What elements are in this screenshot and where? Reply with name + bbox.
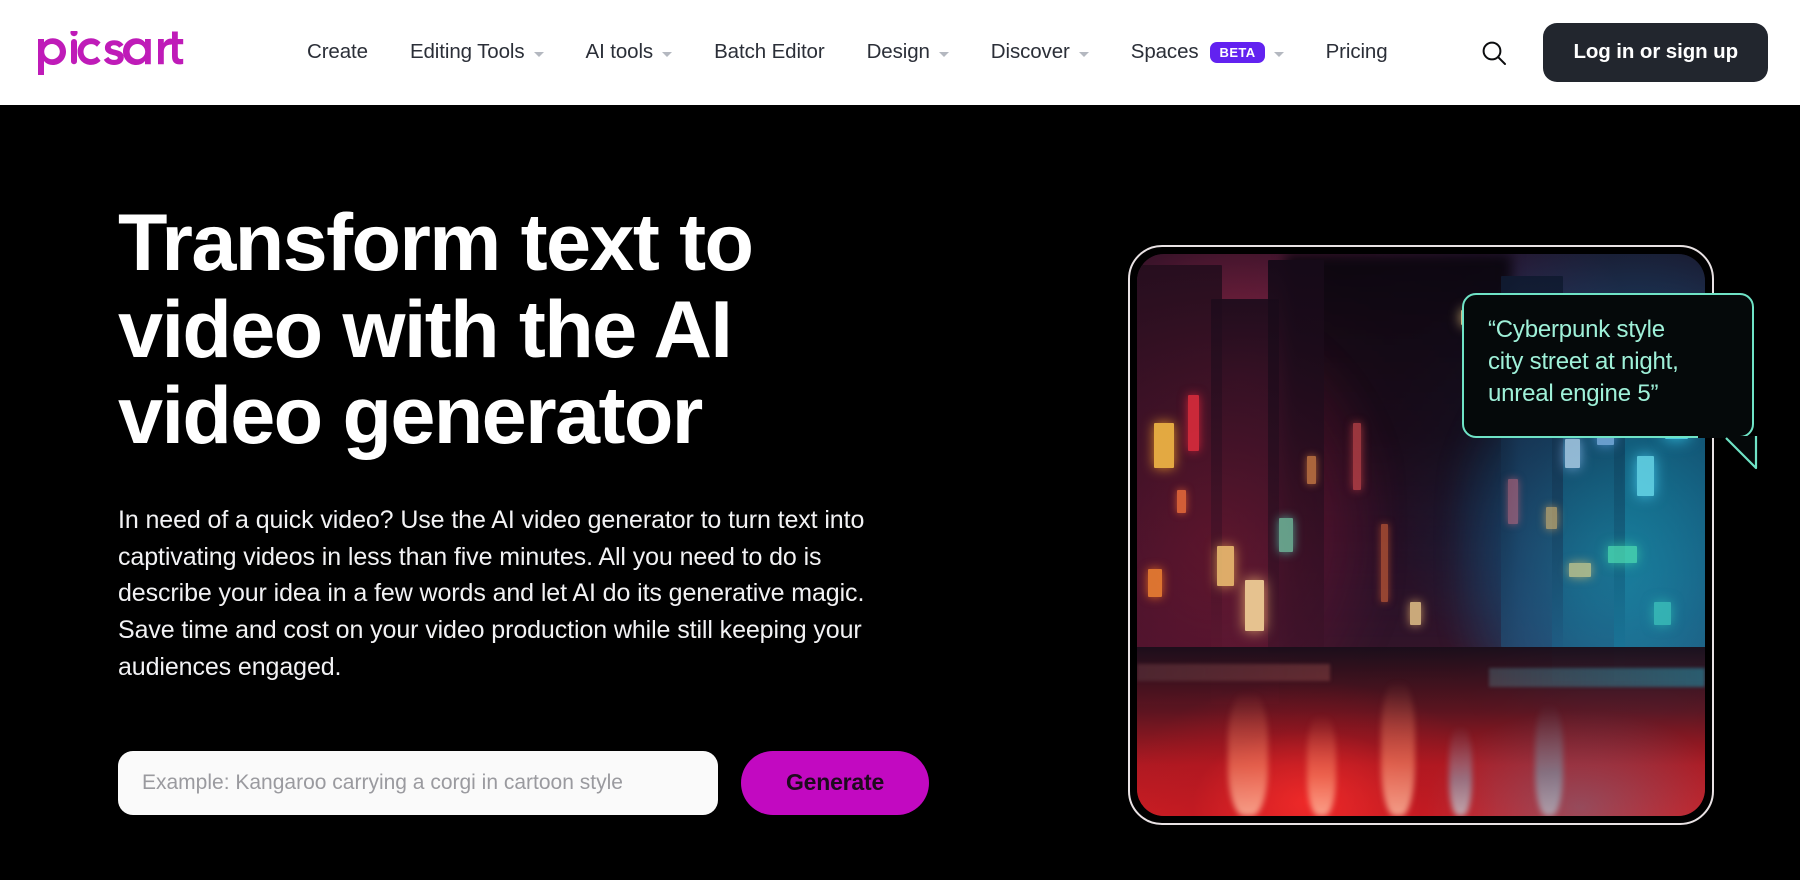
nav-label: AI tools	[585, 40, 654, 64]
beta-badge: BETA	[1209, 42, 1265, 63]
search-icon	[1483, 41, 1507, 65]
art-window	[1381, 523, 1389, 603]
nav-item-editing-tools[interactable]: Editing Tools	[389, 34, 565, 71]
chevron-down-icon	[938, 51, 949, 57]
chevron-down-icon	[533, 51, 544, 57]
nav-label: Pricing	[1325, 40, 1388, 64]
nav-label: Discover	[990, 40, 1070, 64]
picsart-logo[interactable]: Picsart	[36, 29, 186, 77]
nav-label: Batch Editor	[714, 40, 825, 64]
nav-item-design[interactable]: Design	[846, 34, 970, 71]
nav-label: Spaces	[1130, 40, 1199, 64]
art-window	[1352, 422, 1361, 491]
nav-item-create[interactable]: Create	[286, 34, 389, 71]
art-window	[1148, 568, 1162, 597]
art-reflection	[1227, 692, 1268, 816]
art-window	[1409, 602, 1421, 625]
speech-bubble-tail-icon	[1698, 436, 1758, 470]
nav-label: Editing Tools	[409, 40, 525, 64]
art-window	[1565, 439, 1581, 468]
search-button[interactable]	[1473, 32, 1515, 74]
art-window	[1188, 394, 1200, 451]
nav-item-ai-tools[interactable]: AI tools	[565, 34, 694, 71]
art-window	[1216, 546, 1234, 586]
chevron-down-icon	[662, 51, 673, 57]
nav-item-spaces[interactable]: Spaces BETA	[1110, 34, 1305, 71]
art-reflection	[1534, 703, 1563, 816]
main-navigation: Create Editing Tools AI tools Batch Edit…	[286, 34, 1473, 71]
picsart-logo-icon	[38, 30, 184, 75]
art-building	[1137, 265, 1223, 704]
art-window	[1307, 456, 1317, 485]
art-curb	[1489, 667, 1705, 687]
art-window	[1279, 518, 1293, 552]
art-window	[1608, 546, 1637, 564]
art-curb	[1137, 664, 1331, 682]
art-window	[1508, 478, 1518, 524]
nav-item-discover[interactable]: Discover	[970, 34, 1110, 71]
art-reflection	[1381, 681, 1416, 816]
prompt-input[interactable]	[118, 750, 718, 815]
art-reflection	[1307, 714, 1336, 816]
nav-label: Create	[307, 40, 368, 64]
nav-label: Design	[866, 40, 930, 64]
art-window	[1653, 602, 1671, 625]
art-window	[1154, 422, 1175, 468]
art-window	[1176, 490, 1186, 513]
art-window	[1568, 563, 1592, 577]
art-window	[1244, 579, 1265, 631]
nav-item-pricing[interactable]: Pricing	[1305, 34, 1409, 71]
chevron-down-icon	[1078, 51, 1089, 57]
page-title: Transform text to video with the AI vide…	[118, 198, 754, 462]
header-actions: Log in or sign up	[1473, 23, 1768, 82]
hero-section: Transform text to video with the AI vide…	[0, 105, 1800, 880]
art-window	[1636, 456, 1654, 496]
hero-description: In need of a quick video? Use the AI vid…	[118, 505, 865, 681]
art-reflection	[1449, 726, 1473, 816]
art-window	[1545, 506, 1558, 530]
generate-button[interactable]: Generate	[741, 750, 929, 815]
login-signup-button[interactable]: Log in or sign up	[1543, 23, 1768, 82]
prompt-form: Generate	[118, 750, 948, 815]
hero-copy: Transform text to video with the AI vide…	[118, 200, 948, 815]
speech-bubble-text: “Cyberpunk style city street at night, u…	[1488, 316, 1679, 407]
chevron-down-icon	[1273, 51, 1284, 57]
page-root: Picsart Create Editing Tools AI tools Ba…	[0, 0, 1800, 880]
nav-item-batch-editor[interactable]: Batch Editor	[693, 34, 845, 71]
site-header: Picsart Create Editing Tools AI tools Ba…	[0, 0, 1800, 105]
prompt-speech-bubble: “Cyberpunk style city street at night, u…	[1462, 293, 1754, 438]
